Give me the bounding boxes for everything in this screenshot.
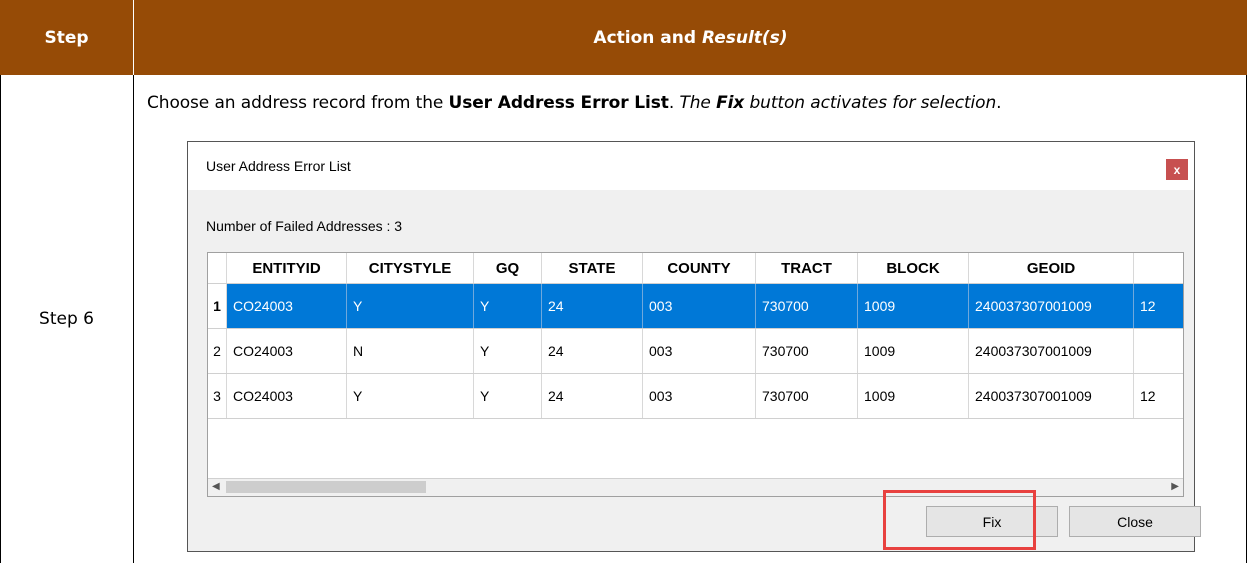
result-fix: Fix [716, 93, 745, 113]
cell-county[interactable]: 003 [643, 329, 756, 373]
close-icon[interactable]: x [1166, 159, 1188, 180]
cell-overflow[interactable]: 12 [1134, 284, 1183, 328]
cell-county[interactable]: 003 [643, 374, 756, 418]
scroll-right-icon[interactable]: ▶ [1171, 481, 1179, 492]
cell-gq[interactable]: Y [474, 284, 542, 328]
column-header-entityid[interactable]: ENTITYID [227, 253, 347, 283]
step-number: Step 6 [39, 309, 94, 329]
table-row[interactable]: 3 CO24003 Y Y 24 003 730700 1009 2400373… [208, 373, 1183, 418]
cell-geoid[interactable]: 240037307001009 [969, 329, 1134, 373]
horizontal-scrollbar[interactable]: ◀ ▶ [208, 478, 1183, 496]
header-result-label: Result(s) [701, 27, 788, 48]
fix-button-highlight [883, 490, 1036, 550]
cell-citystyle[interactable]: Y [347, 374, 474, 418]
cell-state[interactable]: 24 [542, 329, 643, 373]
cell-tract[interactable]: 730700 [756, 374, 858, 418]
row-number: 2 [208, 329, 227, 373]
header-action: Action and Result(s) [134, 0, 1247, 75]
cell-geoid[interactable]: 240037307001009 [969, 374, 1134, 418]
instruction-list-name: User Address Error List [448, 93, 669, 113]
right-border [1246, 75, 1247, 563]
cell-block[interactable]: 1009 [858, 284, 969, 328]
column-header-state[interactable]: STATE [542, 253, 643, 283]
error-list-grid[interactable]: ENTITYID CITYSTYLE GQ STATE COUNTY TRACT… [207, 252, 1184, 497]
column-header-tract[interactable]: TRACT [756, 253, 858, 283]
instruction-pre: Choose an address record from the [147, 93, 449, 113]
cell-tract[interactable]: 730700 [756, 284, 858, 328]
cell-block[interactable]: 1009 [858, 329, 969, 373]
instruction-text: Choose an address record from the User A… [147, 93, 1002, 113]
scroll-thumb[interactable] [226, 481, 426, 493]
cell-county[interactable]: 003 [643, 284, 756, 328]
column-header-county[interactable]: COUNTY [643, 253, 756, 283]
empty-row-area [208, 418, 1183, 478]
cell-state[interactable]: 24 [542, 374, 643, 418]
row-number-header [208, 253, 227, 283]
instruction-dot: . [668, 93, 680, 113]
header-step: Step [0, 0, 133, 75]
table-row[interactable]: 2 CO24003 N Y 24 003 730700 1009 2400373… [208, 328, 1183, 373]
cell-citystyle[interactable]: N [347, 329, 474, 373]
user-address-error-dialog: User Address Error List x Number of Fail… [187, 141, 1201, 552]
row-number: 1 [208, 284, 227, 328]
cell-overflow[interactable] [1134, 329, 1183, 373]
instruction-end: . [996, 93, 1002, 113]
cell-entityid[interactable]: CO24003 [227, 329, 347, 373]
header-action-label: Action and [593, 27, 702, 48]
row-number: 3 [208, 374, 227, 418]
result-post: button activates for selection [744, 93, 997, 113]
table-row[interactable]: 1 CO24003 Y Y 24 003 730700 1009 2400373… [208, 283, 1183, 328]
failed-addresses-count: Number of Failed Addresses : 3 [206, 218, 403, 234]
cell-entityid[interactable]: CO24003 [227, 284, 347, 328]
scroll-left-icon[interactable]: ◀ [212, 481, 220, 492]
column-header-block[interactable]: BLOCK [858, 253, 969, 283]
cell-citystyle[interactable]: Y [347, 284, 474, 328]
cell-block[interactable]: 1009 [858, 374, 969, 418]
dialog-title: User Address Error List [206, 158, 351, 174]
instruction-result: The Fix button activates for selection [679, 93, 996, 113]
cell-overflow[interactable]: 12 [1134, 374, 1183, 418]
column-header-citystyle[interactable]: CITYSTYLE [347, 253, 474, 283]
cell-geoid[interactable]: 240037307001009 [969, 284, 1134, 328]
column-header-geoid[interactable]: GEOID [969, 253, 1134, 283]
dialog-titlebar[interactable]: User Address Error List x [188, 142, 1194, 190]
cell-entityid[interactable]: CO24003 [227, 374, 347, 418]
column-header-gq[interactable]: GQ [474, 253, 542, 283]
close-button[interactable]: Close [1069, 506, 1201, 537]
cell-gq[interactable]: Y [474, 374, 542, 418]
cell-tract[interactable]: 730700 [756, 329, 858, 373]
column-divider [133, 75, 134, 563]
cell-gq[interactable]: Y [474, 329, 542, 373]
cell-state[interactable]: 24 [542, 284, 643, 328]
result-pre: The [679, 93, 717, 113]
